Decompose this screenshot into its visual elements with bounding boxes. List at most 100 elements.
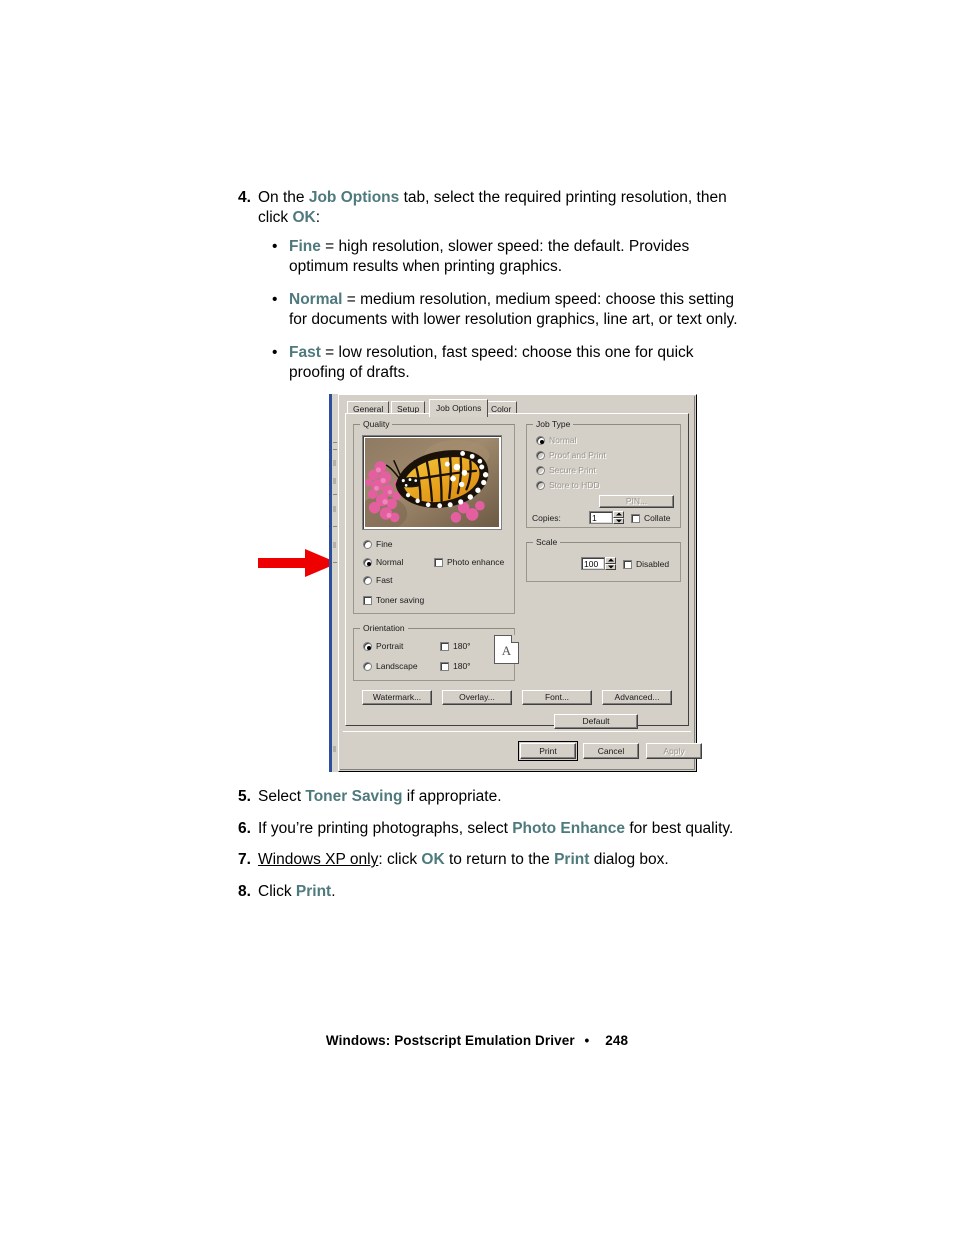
copies-input[interactable]: 1 xyxy=(589,511,613,524)
step-5-number: 5. xyxy=(238,788,251,805)
scale-spinner-down[interactable] xyxy=(605,563,616,570)
step-6: 6. If you’re printing photographs, selec… xyxy=(238,819,738,839)
emphasis-windows-xp-only: Windows XP only xyxy=(258,851,379,868)
keyword-normal: Normal xyxy=(289,291,343,308)
copies-spinner[interactable] xyxy=(613,511,624,524)
orientation-radio-portrait-label: Portrait xyxy=(376,641,404,651)
quality-radio-fast-label: Fast xyxy=(376,575,393,585)
photo-enhance-label: Photo enhance xyxy=(447,557,505,567)
step-5-text: Select Toner Saving if appropriate. xyxy=(258,788,502,805)
bullet-dot-icon: • xyxy=(272,291,278,308)
page-orientation-preview-icon: A xyxy=(494,635,519,664)
overlay-button[interactable]: Overlay... xyxy=(442,690,512,705)
document-page: 4. On the Job Options tab, select the re… xyxy=(0,0,954,1235)
butterfly-photo xyxy=(365,438,499,527)
job-type-radio-proof-and-print-label: Proof and Print xyxy=(549,450,606,460)
red-annotation-arrow-icon xyxy=(258,549,338,577)
page-footer: Windows: Postscript Emulation Driver • 2… xyxy=(0,1033,954,1048)
radio-dot-icon xyxy=(363,642,372,651)
step-7-number: 7. xyxy=(238,851,251,868)
scale-group: Scale 100 Disabled xyxy=(526,537,681,582)
job-type-radio-store-to-hdd-label: Store to HDD xyxy=(549,480,600,490)
radio-dot-icon xyxy=(363,558,372,567)
keyword-toner-saving: Toner Saving xyxy=(305,788,403,805)
page-fold-icon xyxy=(511,635,519,643)
checkbox-box-icon xyxy=(623,560,632,569)
page-number: 248 xyxy=(605,1033,629,1048)
tab-job-options[interactable]: Job Options xyxy=(429,399,489,417)
checkbox-box-icon xyxy=(434,558,443,567)
bullet-fine: • Fine = high resolution, slower speed: … xyxy=(272,237,738,276)
job-type-radio-secure-print-label: Secure Print xyxy=(549,465,596,475)
keyword-fine: Fine xyxy=(289,238,321,255)
step-8: 8. Click Print. xyxy=(238,882,738,902)
step-4-text: On the Job Options tab, select the requi… xyxy=(258,189,727,226)
scale-input[interactable]: 100 xyxy=(581,557,605,570)
bullet-normal-text: Normal = medium resolution, medium speed… xyxy=(289,291,738,328)
instruction-list-bottom: 5. Select Toner Saving if appropriate. 6… xyxy=(238,787,738,913)
advanced-button[interactable]: Advanced... xyxy=(602,690,672,705)
checkbox-box-icon xyxy=(631,514,640,523)
pin-button[interactable]: PIN... xyxy=(599,495,674,508)
radio-dot-icon xyxy=(536,436,545,445)
collate-label: Collate xyxy=(644,513,671,523)
step-7-text: Windows XP only: click OK to return to t… xyxy=(258,851,669,868)
scale-disabled-label: Disabled xyxy=(636,559,670,569)
bullet-fine-text: Fine = high resolution, slower speed: th… xyxy=(289,238,690,275)
scale-spinner[interactable] xyxy=(605,557,616,570)
checkbox-box-icon xyxy=(363,596,372,605)
copies-label: Copies: xyxy=(532,513,561,523)
printer-properties-dialog-screenshot: General Setup Job Options Color Quality xyxy=(329,394,702,772)
print-button[interactable]: Print xyxy=(518,741,578,761)
radio-dot-icon xyxy=(536,451,545,460)
copies-spinner-down[interactable] xyxy=(613,517,624,524)
step-6-number: 6. xyxy=(238,819,251,837)
page-letter-glyph: A xyxy=(501,643,512,658)
keyword-print-2: Print xyxy=(295,882,332,900)
keyword-ok-2: OK xyxy=(421,851,445,868)
radio-dot-icon xyxy=(363,540,372,549)
quality-group: Quality Fine Normal Fast Photo enhance T… xyxy=(353,419,515,614)
footer-separator: • xyxy=(584,1033,590,1048)
portrait-rotate-180-label: 180° xyxy=(453,641,471,651)
watermark-button[interactable]: Watermark... xyxy=(362,690,432,705)
step-4-number: 4. xyxy=(238,189,251,206)
step-6-text: If you’re printing photographs, select P… xyxy=(258,819,734,837)
radio-dot-icon xyxy=(536,466,545,475)
print-preview-image xyxy=(362,435,502,530)
step-5: 5. Select Toner Saving if appropriate. xyxy=(238,787,738,807)
apply-button[interactable]: Apply xyxy=(646,743,702,759)
cancel-button[interactable]: Cancel xyxy=(583,743,639,759)
dialog-button-bar: Print Cancel Apply xyxy=(343,731,702,768)
checkbox-box-icon xyxy=(440,662,449,671)
step-7: 7. Windows XP only: click OK to return t… xyxy=(238,850,738,870)
dialog-window: General Setup Job Options Color Quality xyxy=(338,394,702,772)
radio-dot-icon xyxy=(363,662,372,671)
orientation-radio-landscape-label: Landscape xyxy=(376,661,418,671)
footer-title: Windows: Postscript Emulation Driver xyxy=(325,1033,575,1048)
bullet-dot-icon: • xyxy=(272,238,278,255)
keyword-photo-enhance: Photo Enhance xyxy=(512,819,626,837)
job-type-group: Job Type Normal Proof and Print Secure P… xyxy=(526,419,681,528)
keyword-ok: OK xyxy=(292,208,316,226)
keyword-fast: Fast xyxy=(289,344,321,361)
job-type-group-label: Job Type xyxy=(533,419,574,429)
resolution-bullets: • Fine = high resolution, slower speed: … xyxy=(272,237,738,382)
scale-group-label: Scale xyxy=(533,537,561,547)
radio-dot-icon xyxy=(536,481,545,490)
instruction-list-top: 4. On the Job Options tab, select the re… xyxy=(238,188,738,396)
bullet-fast-text: Fast = low resolution, fast speed: choos… xyxy=(289,344,694,381)
default-button[interactable]: Default xyxy=(554,714,638,729)
step-4: 4. On the Job Options tab, select the re… xyxy=(238,188,738,227)
checkbox-box-icon xyxy=(440,642,449,651)
keyword-job-options: Job Options xyxy=(308,189,400,206)
orientation-group-label: Orientation xyxy=(360,623,408,633)
toner-saving-label: Toner saving xyxy=(376,595,425,605)
bullet-dot-icon: • xyxy=(272,344,278,361)
bullet-normal: • Normal = medium resolution, medium spe… xyxy=(272,290,738,329)
quality-radio-fine-label: Fine xyxy=(376,539,393,549)
radio-dot-icon xyxy=(363,576,372,585)
quality-radio-normal-label: Normal xyxy=(376,557,404,567)
landscape-rotate-180-label: 180° xyxy=(453,661,471,671)
font-button[interactable]: Font... xyxy=(522,690,592,705)
